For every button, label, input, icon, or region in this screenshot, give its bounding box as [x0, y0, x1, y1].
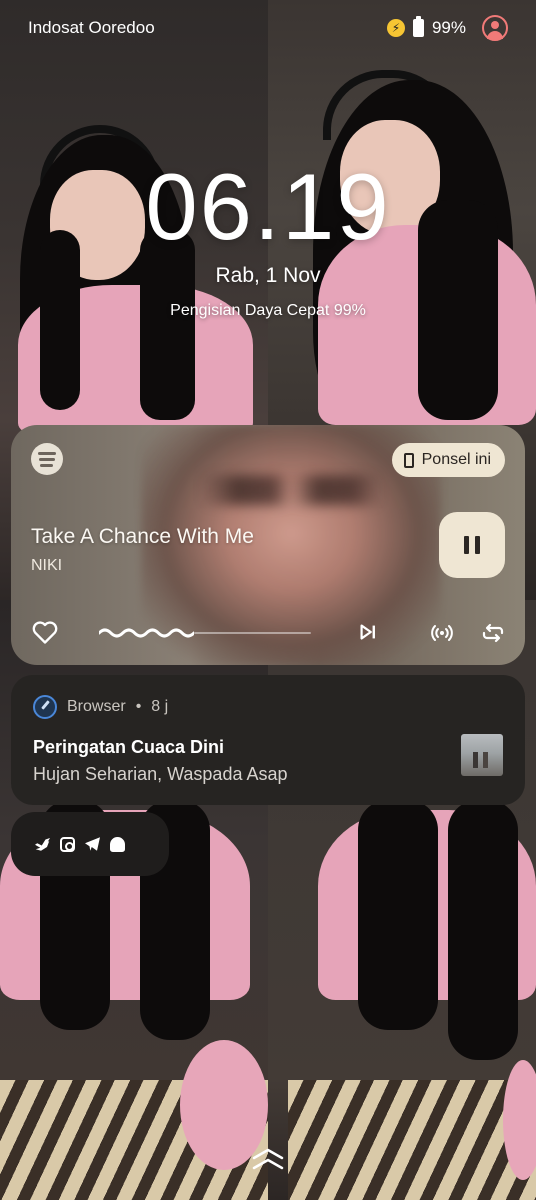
battery-icon	[412, 16, 424, 37]
notification-app-name: Browser	[67, 698, 126, 715]
media-player-card[interactable]: Ponsel ini Take A Chance With Me NIKI	[11, 425, 525, 665]
lockscreen-date: Rab, 1 Nov	[215, 264, 321, 287]
user-profile-icon[interactable]	[482, 15, 508, 41]
playback-progress-slider[interactable]	[99, 626, 311, 640]
notification-header: Browser • 8 j	[33, 695, 168, 719]
notification-separator: •	[135, 698, 142, 715]
notification-app-icons[interactable]	[11, 812, 169, 876]
notification-time: 8 j	[151, 698, 169, 715]
charging-status: Pengisian Daya Cepat 99%	[170, 302, 366, 319]
notification-thumbnail	[461, 734, 503, 776]
lightning-icon: ⚡	[386, 19, 405, 37]
track-title: Take A Chance With Me	[31, 525, 254, 548]
battery-percent: 99%	[431, 18, 466, 37]
cloud-icon	[110, 836, 125, 852]
twitter-icon	[35, 838, 50, 851]
status-bar: Indosat Ooredoo ⚡ 99%	[0, 0, 536, 56]
output-device-button[interactable]: Ponsel ini	[391, 443, 505, 477]
output-device-label: Ponsel ini	[421, 451, 491, 468]
chevron-up-icon[interactable]	[248, 1144, 288, 1174]
progress-wave	[99, 628, 194, 638]
status-icons: ⚡ 99%	[386, 15, 508, 41]
telegram-icon	[85, 837, 100, 851]
carrier-name: Indosat Ooredoo	[28, 18, 155, 37]
repeat-icon[interactable]	[481, 621, 505, 645]
spotify-icon	[31, 443, 63, 475]
phone-icon	[403, 452, 414, 468]
skip-next-icon[interactable]	[357, 621, 379, 643]
browser-compass-icon	[33, 695, 57, 719]
notification-body: Hujan Seharian, Waspada Asap	[33, 764, 288, 784]
pause-icon	[464, 536, 469, 554]
cast-icon[interactable]	[430, 621, 454, 645]
pause-button[interactable]	[439, 512, 505, 578]
notification-card[interactable]: Browser • 8 j Peringatan Cuaca Dini Huja…	[11, 675, 525, 805]
media-controls	[31, 618, 505, 648]
notification-title: Peringatan Cuaca Dini	[33, 737, 225, 757]
lockscreen-clock: 06.19	[145, 154, 391, 259]
heart-icon[interactable]	[31, 618, 59, 646]
track-artist: NIKI	[31, 557, 63, 574]
instagram-icon	[60, 836, 75, 852]
